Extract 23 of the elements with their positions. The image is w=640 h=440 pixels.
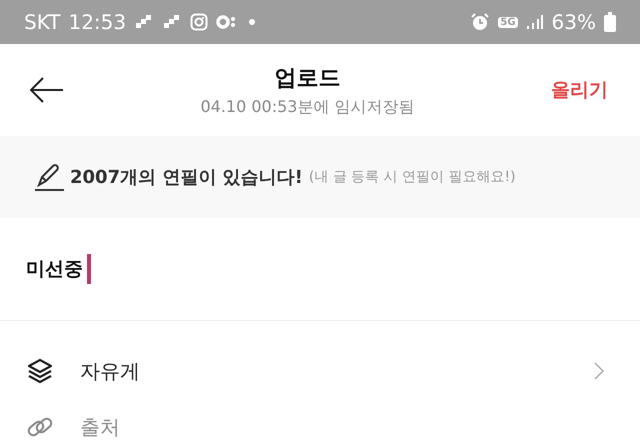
- pencil-note-text: (내 글 등록 시 연필이 필요해요!): [308, 168, 516, 186]
- option-label: 자유게: [80, 358, 140, 384]
- pencil-icon: [34, 163, 64, 191]
- camera-icon: [190, 13, 208, 31]
- carrier-text: SKT: [24, 10, 60, 34]
- clock-text: 12:53: [68, 10, 126, 34]
- draft-saved-text: 04.10 00:53분에 임시저장됨: [199, 96, 416, 118]
- option-row[interactable]: 자유게: [0, 343, 640, 399]
- title-input-field[interactable]: 미선중: [0, 218, 640, 321]
- dot-icon: [248, 18, 256, 26]
- alarm-icon: [470, 12, 490, 32]
- page-title: 업로드: [274, 64, 342, 92]
- option-label: 출처: [80, 414, 120, 440]
- network-badge: 5G: [498, 16, 518, 28]
- chevron-right-icon: [594, 362, 604, 380]
- battery-text: 63%: [552, 10, 596, 34]
- battery-icon: [604, 12, 616, 32]
- signal-icon: [526, 14, 544, 30]
- text-cursor: [87, 254, 91, 284]
- post-button[interactable]: 올리기: [551, 77, 608, 103]
- pencil-count-text: 2007개의 연필이 있습니다!: [70, 166, 303, 189]
- back-arrow-icon[interactable]: [30, 77, 64, 103]
- layers-icon: [26, 358, 54, 384]
